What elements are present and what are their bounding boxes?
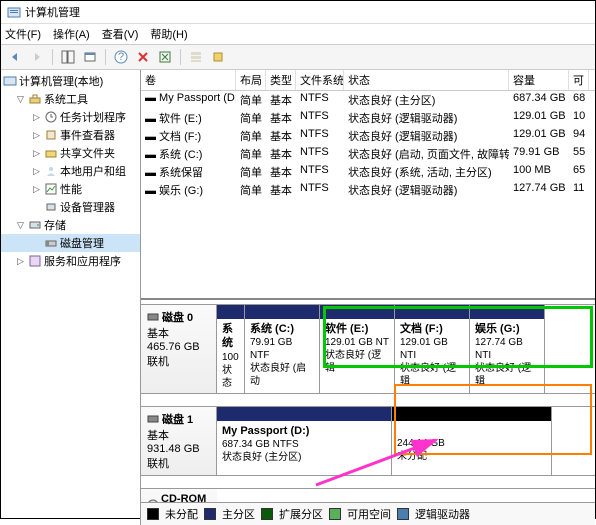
tree-disk-management[interactable]: ▷ 磁盘管理 bbox=[1, 234, 140, 252]
back-button[interactable] bbox=[6, 48, 24, 66]
properties-button[interactable] bbox=[81, 48, 99, 66]
col-filesystem[interactable]: 文件系统 bbox=[296, 70, 344, 90]
show-hide-button[interactable] bbox=[59, 48, 77, 66]
expand-icon[interactable]: ▷ bbox=[31, 148, 42, 159]
tree-device-manager[interactable]: ▷ 设备管理器 bbox=[1, 198, 140, 216]
cdrom-row[interactable]: CD-ROM 0 DVD (H:) bbox=[141, 488, 595, 502]
col-layout[interactable]: 布局 bbox=[236, 70, 266, 90]
legend: 未分配 主分区 扩展分区 可用空间 逻辑驱动器 bbox=[141, 502, 595, 525]
expand-icon[interactable]: ▷ bbox=[31, 130, 42, 141]
volume-row[interactable]: ▬ 文档 (F:)简单基本NTFS状态良好 (逻辑驱动器)129.01 GB94 bbox=[141, 127, 595, 145]
expand-icon[interactable]: ▷ bbox=[31, 112, 42, 123]
tree-storage[interactable]: ▽ 存储 bbox=[1, 216, 140, 234]
disk-0-row[interactable]: 磁盘 0 基本 465.76 GB 联机 系统100状态系统 (C:)79.91… bbox=[141, 304, 595, 394]
tree-performance[interactable]: ▷ 性能 bbox=[1, 180, 140, 198]
window-title: 计算机管理 bbox=[25, 4, 80, 20]
menu-view[interactable]: 查看(V) bbox=[102, 26, 139, 42]
refresh-button[interactable] bbox=[156, 48, 174, 66]
svg-text:?: ? bbox=[118, 51, 124, 63]
volumes-header[interactable]: 卷 布局 类型 文件系统 状态 容量 可 bbox=[141, 70, 595, 91]
tree-system-tools[interactable]: ▽ 系统工具 bbox=[1, 90, 140, 108]
volume-row[interactable]: ▬ 软件 (E:)简单基本NTFS状态良好 (逻辑驱动器)129.01 GB10 bbox=[141, 109, 595, 127]
users-icon bbox=[44, 164, 58, 178]
volume-row[interactable]: ▬ 系统 (C:)简单基本NTFS状态良好 (启动, 页面文件, 故障转储, 主… bbox=[141, 145, 595, 163]
disk-1-label[interactable]: 磁盘 1 基本 931.48 GB 联机 bbox=[141, 407, 217, 475]
col-capacity[interactable]: 容量 bbox=[509, 70, 569, 90]
delete-button[interactable] bbox=[134, 48, 152, 66]
partition[interactable]: My Passport (D:)687.34 GB NTFS状态良好 (主分区) bbox=[217, 407, 392, 475]
partition[interactable]: 系统100状态 bbox=[217, 305, 245, 393]
view-list-button[interactable] bbox=[187, 48, 205, 66]
perf-icon bbox=[44, 182, 58, 196]
volume-row[interactable]: ▬ 娱乐 (G:)简单基本NTFS状态良好 (逻辑驱动器)127.74 GB11 bbox=[141, 181, 595, 199]
tree-services-apps[interactable]: ▷ 服务和应用程序 bbox=[1, 252, 140, 270]
tree-root[interactable]: 计算机管理(本地) bbox=[1, 72, 140, 90]
expand-icon[interactable]: ▷ bbox=[15, 256, 26, 267]
storage-icon bbox=[28, 218, 42, 232]
collapse-icon[interactable]: ▽ bbox=[15, 94, 26, 105]
event-icon bbox=[44, 128, 58, 142]
col-status[interactable]: 状态 bbox=[344, 70, 509, 90]
disk-0-label[interactable]: 磁盘 0 基本 465.76 GB 联机 bbox=[141, 305, 217, 393]
tree-task-scheduler[interactable]: ▷ 任务计划程序 bbox=[1, 108, 140, 126]
volume-row[interactable]: ▬ My Passport (D:)简单基本NTFS状态良好 (主分区)687.… bbox=[141, 91, 595, 109]
folder-icon bbox=[44, 146, 58, 160]
clock-icon bbox=[44, 110, 58, 124]
expand-icon[interactable]: ▷ bbox=[31, 184, 42, 195]
tree-local-users[interactable]: ▷ 本地用户和组 bbox=[1, 162, 140, 180]
volume-row[interactable]: ▬ 系统保留简单基本NTFS状态良好 (系统, 活动, 主分区)100 MB65 bbox=[141, 163, 595, 181]
menu-action[interactable]: 操作(A) bbox=[53, 26, 90, 42]
help-button[interactable]: ? bbox=[112, 48, 130, 66]
window-titlebar: 计算机管理 bbox=[1, 1, 595, 24]
navigation-tree[interactable]: 计算机管理(本地) ▽ 系统工具 ▷ 任务计划程序 ▷ 事件查看器 ▷ 共享文件… bbox=[1, 70, 141, 525]
toolbar: ? bbox=[1, 44, 595, 70]
col-volume[interactable]: 卷 bbox=[141, 70, 236, 90]
menu-file[interactable]: 文件(F) bbox=[5, 26, 41, 42]
expand-icon[interactable]: ▷ bbox=[31, 166, 42, 177]
tools-icon bbox=[28, 92, 42, 106]
partition[interactable]: 娱乐 (G:)127.74 GB NTI状态良好 (逻辑 bbox=[470, 305, 545, 393]
settings-button[interactable] bbox=[209, 48, 227, 66]
device-icon bbox=[44, 200, 58, 214]
col-type[interactable]: 类型 bbox=[266, 70, 296, 90]
menubar: 文件(F) 操作(A) 查看(V) 帮助(H) bbox=[1, 24, 595, 44]
services-icon bbox=[28, 254, 42, 268]
computer-icon bbox=[3, 74, 17, 88]
disk-icon bbox=[44, 236, 58, 250]
partition[interactable]: 文档 (F:)129.01 GB NTI状态良好 (逻辑 bbox=[395, 305, 470, 393]
disk-1-row[interactable]: 磁盘 1 基本 931.48 GB 联机 My Passport (D:)687… bbox=[141, 406, 595, 476]
disks-graphical-view[interactable]: 磁盘 0 基本 465.76 GB 联机 系统100状态系统 (C:)79.91… bbox=[141, 300, 595, 502]
collapse-icon[interactable]: ▽ bbox=[15, 220, 26, 231]
tree-event-viewer[interactable]: ▷ 事件查看器 bbox=[1, 126, 140, 144]
partition[interactable]: 软件 (E:)129.01 GB NT状态良好 (逻辑 bbox=[320, 305, 395, 393]
app-icon bbox=[7, 5, 21, 19]
partition-unallocated[interactable]: 244.14 GB未分配 bbox=[392, 407, 552, 475]
cdrom-label[interactable]: CD-ROM 0 DVD (H:) bbox=[141, 489, 217, 502]
tree-shared-folders[interactable]: ▷ 共享文件夹 bbox=[1, 144, 140, 162]
menu-help[interactable]: 帮助(H) bbox=[150, 26, 187, 42]
col-free[interactable]: 可 bbox=[569, 70, 589, 90]
partition[interactable]: 系统 (C:)79.91 GB NTF状态良好 (启动 bbox=[245, 305, 320, 393]
forward-button[interactable] bbox=[28, 48, 46, 66]
volumes-list[interactable]: 卷 布局 类型 文件系统 状态 容量 可 ▬ My Passport (D:)简… bbox=[141, 70, 595, 300]
